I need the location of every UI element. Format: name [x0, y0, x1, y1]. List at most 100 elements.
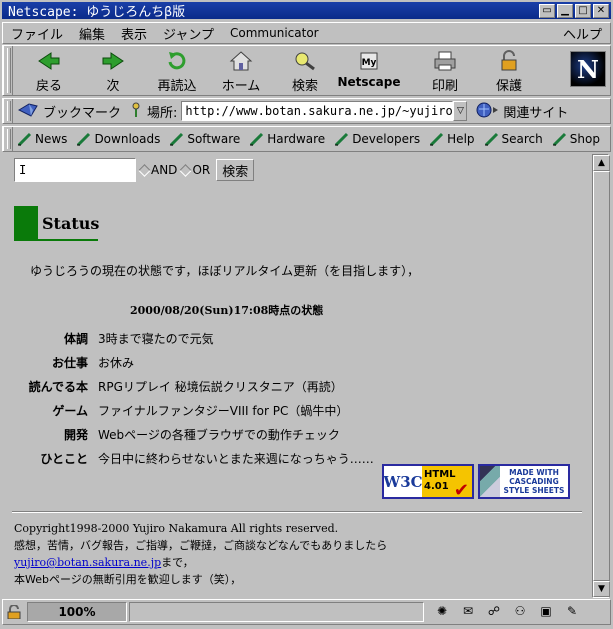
- scroll-thumb[interactable]: [593, 171, 610, 581]
- radio-and-indicator[interactable]: [138, 163, 151, 177]
- w3c-html-badge[interactable]: W3C HTML 4.01 ✔: [382, 464, 474, 500]
- close-button[interactable]: ✕: [593, 3, 609, 18]
- menu-edit[interactable]: 編集: [71, 24, 113, 43]
- search-label: 検索: [291, 79, 318, 94]
- maximize-button[interactable]: □: [575, 3, 591, 18]
- site-search-form: I AND OR 検索: [14, 158, 255, 182]
- status-value: お休み: [98, 355, 135, 370]
- url-input[interactable]: http://www.botan.sakura.ne.jp/~yujiro/: [181, 101, 454, 121]
- radio-and[interactable]: AND: [138, 163, 178, 177]
- table-row: お仕事 お休み: [16, 350, 374, 374]
- navigator-icon[interactable]: ✺: [432, 604, 452, 620]
- related-icon[interactable]: [475, 101, 499, 122]
- minimize-button[interactable]: ▁: [557, 3, 573, 18]
- forward-button[interactable]: 次: [81, 46, 145, 96]
- css-badge[interactable]: MADE WITH CASCADING STYLE SHEETS: [478, 464, 570, 499]
- personal-item-search[interactable]: Search: [484, 132, 543, 146]
- personal-grip[interactable]: [3, 127, 13, 151]
- home-button[interactable]: ホーム: [209, 46, 273, 96]
- page-content: I AND OR 検索 Status ゆうじろうの現在の状態です，ほぼリアルタイ…: [4, 154, 592, 598]
- status-message: [129, 602, 424, 622]
- security-lock-icon[interactable]: [3, 602, 25, 622]
- personal-item-news[interactable]: News: [17, 132, 67, 146]
- composer-icon[interactable]: ▣: [536, 604, 556, 620]
- radio-or-label: OR: [192, 163, 211, 177]
- page-proxy-icon[interactable]: [129, 101, 143, 122]
- status-value: Webページの各種ブラウザでの動作チェック: [98, 427, 340, 442]
- table-row: 開発 Webページの各種ブラウザでの動作チェック: [16, 422, 374, 446]
- vertical-scrollbar[interactable]: ▲ ▼: [592, 154, 610, 598]
- email-line: yujiro@botan.sakura.ne.jpまで，: [14, 554, 387, 571]
- bookmark-pen-icon: [484, 132, 498, 146]
- toolbar-grip[interactable]: [3, 46, 13, 95]
- search-button-toolbar[interactable]: 検索: [273, 46, 337, 96]
- reload-icon: [164, 50, 190, 72]
- mail-icon[interactable]: ✉: [458, 604, 478, 620]
- personal-item-label: News: [35, 132, 68, 146]
- status-value: 今日中に終わらせないとまた来週になっちゃう……: [98, 451, 374, 466]
- bookmark-pen-icon: [552, 132, 566, 146]
- reload-button[interactable]: 再読込: [145, 46, 209, 96]
- table-row: 体調 3時まで寝たので元気: [16, 326, 374, 350]
- status-key: ゲーム: [52, 403, 88, 418]
- shade-button[interactable]: ▭: [539, 3, 555, 18]
- related-label[interactable]: 関連サイト: [503, 102, 568, 121]
- netscape-button[interactable]: My Netscape: [337, 46, 401, 96]
- bookmark-pen-icon: [250, 132, 264, 146]
- menu-communicator[interactable]: Communicator: [222, 26, 327, 40]
- location-grip[interactable]: [3, 99, 13, 123]
- radio-and-label: AND: [151, 163, 178, 177]
- netscape-logo[interactable]: N: [570, 51, 606, 87]
- status-key: お仕事: [51, 355, 88, 370]
- address-book-icon[interactable]: ⚇: [510, 604, 530, 620]
- title-bar: Netscape: ゆうじろんちβ版 ▭ ▁ □ ✕: [0, 0, 613, 21]
- personal-item-label: Hardware: [267, 132, 326, 146]
- css-badge-text: MADE WITH CASCADING STYLE SHEETS: [503, 468, 565, 495]
- svg-text:My: My: [362, 58, 377, 68]
- heading-marker: [14, 206, 38, 240]
- window-title: Netscape: ゆうじろんちβ版: [8, 5, 186, 20]
- personal-item-shop[interactable]: Shop: [552, 132, 600, 146]
- back-button[interactable]: 戻る: [17, 46, 81, 96]
- forward-arrow-icon: [100, 50, 126, 72]
- url-dropdown-button[interactable]: ▽: [453, 101, 468, 121]
- status-key: 読んでる本: [28, 379, 88, 394]
- personal-item-label: Developers: [352, 132, 421, 146]
- bookmark-icon[interactable]: [17, 102, 39, 121]
- menu-view[interactable]: 表示: [113, 24, 155, 43]
- security-label: 保護: [495, 79, 522, 94]
- menu-bar: ファイル 編集 表示 ジャンプ Communicator ヘルプ: [2, 22, 611, 44]
- scroll-down-button[interactable]: ▼: [593, 581, 610, 597]
- copyright-text: Copyright1998-2000 Yujiro Nakamura All r…: [14, 522, 339, 535]
- email-link[interactable]: yujiro@botan.sakura.ne.jp: [14, 556, 161, 569]
- menu-go[interactable]: ジャンプ: [155, 24, 222, 43]
- print-button[interactable]: 印刷: [413, 46, 477, 96]
- personal-item-help[interactable]: Help: [429, 132, 475, 146]
- scroll-up-button[interactable]: ▲: [593, 155, 610, 171]
- bookmark-pen-icon: [17, 132, 32, 146]
- radio-or[interactable]: OR: [179, 163, 211, 177]
- personal-item-label: Downloads: [94, 132, 161, 146]
- menu-file[interactable]: ファイル: [3, 24, 71, 43]
- newsgroups-icon[interactable]: ☍: [484, 604, 504, 620]
- personal-item-developers[interactable]: Developers: [334, 132, 420, 146]
- email-suffix: まで，: [161, 556, 194, 569]
- print-icon: [432, 50, 458, 72]
- personal-toolbar: News Downloads Software Hardware Develop…: [2, 126, 611, 152]
- status-value: 3時まで寝たので元気: [98, 331, 214, 346]
- home-icon: [228, 50, 254, 72]
- footer-divider: [12, 511, 582, 513]
- place-label: 場所:: [147, 105, 178, 121]
- menu-help[interactable]: ヘルプ: [555, 24, 610, 43]
- radio-or-indicator[interactable]: [179, 163, 193, 177]
- site-search-button[interactable]: 検索: [216, 159, 255, 181]
- site-search-input[interactable]: I: [14, 158, 136, 182]
- personal-item-hardware[interactable]: Hardware: [249, 132, 325, 146]
- personal-item-downloads[interactable]: Downloads: [76, 132, 160, 146]
- print-label: 印刷: [431, 79, 458, 94]
- bookmark-label[interactable]: ブックマーク: [43, 102, 121, 121]
- security-button[interactable]: 保護: [477, 46, 541, 96]
- edit-page-icon[interactable]: ✎: [562, 604, 582, 620]
- personal-item-software[interactable]: Software: [169, 132, 240, 146]
- search-icon: [292, 50, 318, 72]
